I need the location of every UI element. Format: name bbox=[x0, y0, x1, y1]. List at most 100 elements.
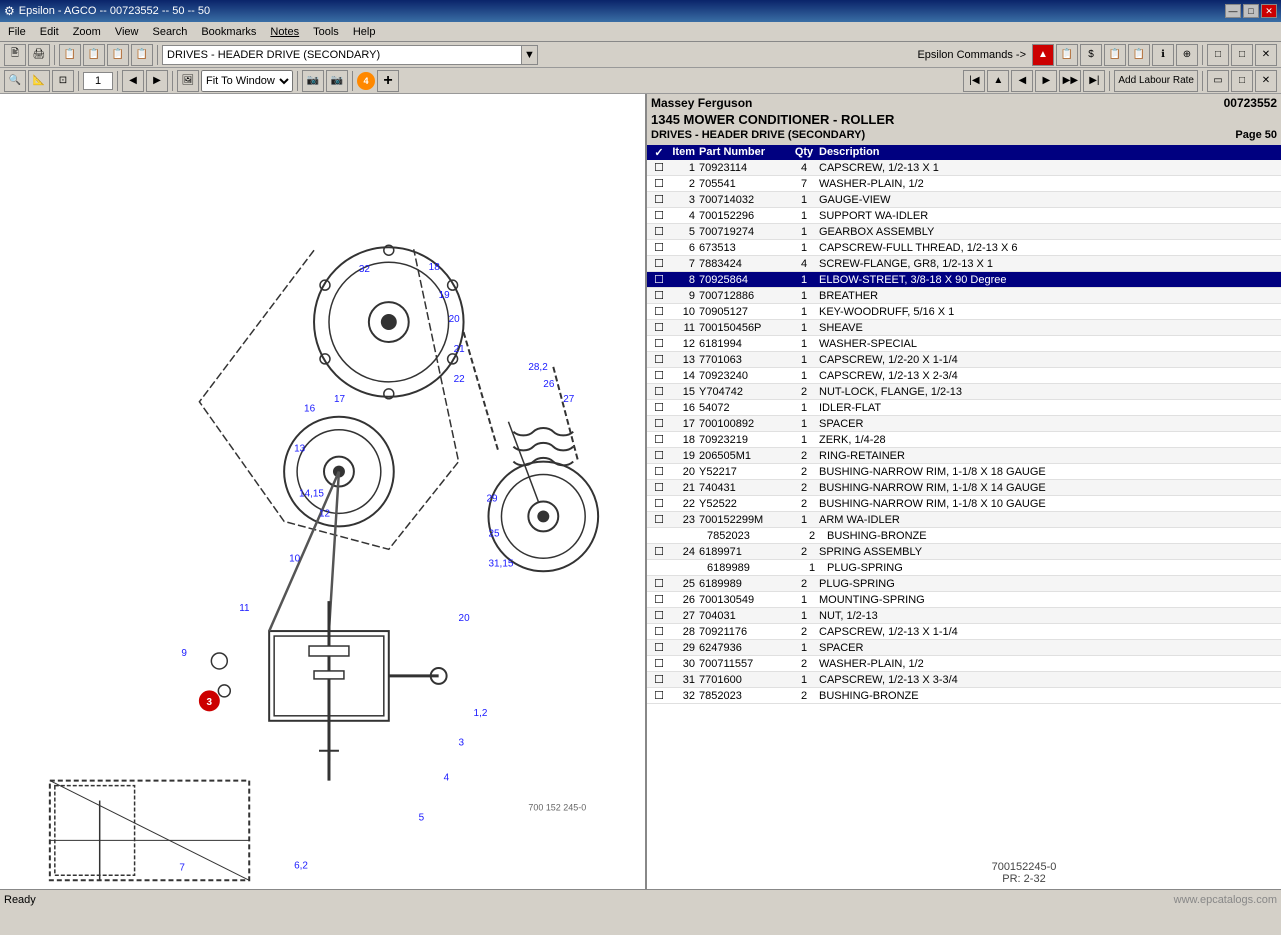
row-checkbox[interactable]: ☐ bbox=[649, 353, 669, 366]
add-labour-rate-button[interactable]: Add Labour Rate bbox=[1114, 70, 1198, 92]
row-checkbox[interactable]: ☐ bbox=[649, 209, 669, 222]
row-checkbox[interactable]: ☐ bbox=[649, 241, 669, 254]
zoom-icon3[interactable]: 📷 bbox=[326, 70, 348, 92]
tb-icon4[interactable]: 📋 bbox=[131, 44, 153, 66]
row-checkbox[interactable]: ☐ bbox=[649, 193, 669, 206]
table-row[interactable]: ☐ 32 7852023 2 BUSHING-BRONZE bbox=[647, 688, 1281, 704]
epsilon-icon10[interactable]: ✕ bbox=[1255, 44, 1277, 66]
row-checkbox[interactable]: ☐ bbox=[649, 625, 669, 638]
table-row[interactable]: ☐ 4 700152296 1 SUPPORT WA-IDLER bbox=[647, 208, 1281, 224]
row-checkbox[interactable]: ☐ bbox=[649, 305, 669, 318]
table-row[interactable]: ☐ 14 70923240 1 CAPSCREW, 1/2-13 X 2-3/4 bbox=[647, 368, 1281, 384]
table-row[interactable]: ☐ 11 700150456P 1 SHEAVE bbox=[647, 320, 1281, 336]
row-checkbox[interactable]: ☐ bbox=[649, 689, 669, 702]
table-row[interactable]: ☐ 2 705541 7 WASHER-PLAIN, 1/2 bbox=[647, 176, 1281, 192]
epsilon-icon6[interactable]: ℹ bbox=[1152, 44, 1174, 66]
nav-icon3[interactable]: ◀ bbox=[122, 70, 144, 92]
row-checkbox[interactable]: ☐ bbox=[649, 593, 669, 606]
path-input[interactable]: DRIVES - HEADER DRIVE (SECONDARY) bbox=[162, 45, 522, 65]
menu-item-view[interactable]: View bbox=[109, 24, 145, 40]
table-row[interactable]: ☐ 9 700712886 1 BREATHER bbox=[647, 288, 1281, 304]
table-row[interactable]: ☐ 30 700711557 2 WASHER-PLAIN, 1/2 bbox=[647, 656, 1281, 672]
nav-prev-section-button[interactable]: ▲ bbox=[987, 70, 1009, 92]
menu-item-bookmarks[interactable]: Bookmarks bbox=[195, 24, 262, 40]
zoom-icon2[interactable]: 📷 bbox=[302, 70, 324, 92]
epsilon-icon5[interactable]: 📋 bbox=[1128, 44, 1150, 66]
table-row[interactable]: ☐ 13 7701063 1 CAPSCREW, 1/2-20 X 1-1/4 bbox=[647, 352, 1281, 368]
zoom-icon1[interactable]: 🖼 bbox=[177, 70, 199, 92]
window-icon3[interactable]: ✕ bbox=[1255, 70, 1277, 92]
table-row[interactable]: 6189989 1 PLUG-SPRING bbox=[647, 560, 1281, 576]
table-row[interactable]: ☐ 28 70921176 2 CAPSCREW, 1/2-13 X 1-1/4 bbox=[647, 624, 1281, 640]
table-row[interactable]: ☐ 12 6181994 1 WASHER-SPECIAL bbox=[647, 336, 1281, 352]
table-row[interactable]: ☐ 25 6189989 2 PLUG-SPRING bbox=[647, 576, 1281, 592]
menu-item-zoom[interactable]: Zoom bbox=[67, 24, 107, 40]
menu-item-notes[interactable]: Notes bbox=[264, 24, 305, 40]
epsilon-icon4[interactable]: 📋 bbox=[1104, 44, 1126, 66]
row-checkbox[interactable]: ☐ bbox=[649, 673, 669, 686]
table-row[interactable]: ☐ 22 Y52522 2 BUSHING-NARROW RIM, 1-1/8 … bbox=[647, 496, 1281, 512]
window-icon2[interactable]: □ bbox=[1231, 70, 1253, 92]
path-dropdown[interactable]: DRIVES - HEADER DRIVE (SECONDARY) ▼ bbox=[162, 45, 538, 65]
table-row[interactable]: ☐ 16 54072 1 IDLER-FLAT bbox=[647, 400, 1281, 416]
table-row[interactable]: ☐ 23 700152299M 1 ARM WA-IDLER bbox=[647, 512, 1281, 528]
table-row[interactable]: ☐ 6 673513 1 CAPSCREW-FULL THREAD, 1/2-1… bbox=[647, 240, 1281, 256]
epsilon-icon8[interactable]: □ bbox=[1207, 44, 1229, 66]
table-row[interactable]: ☐ 17 700100892 1 SPACER bbox=[647, 416, 1281, 432]
table-row[interactable]: ☐ 19 206505M1 2 RING-RETAINER bbox=[647, 448, 1281, 464]
table-row[interactable]: ☐ 31 7701600 1 CAPSCREW, 1/2-13 X 3-3/4 bbox=[647, 672, 1281, 688]
row-checkbox[interactable]: ☐ bbox=[649, 449, 669, 462]
table-row[interactable]: ☐ 1 70923114 4 CAPSCREW, 1/2-13 X 1 bbox=[647, 160, 1281, 176]
table-row[interactable]: ☐ 3 700714032 1 GAUGE-VIEW bbox=[647, 192, 1281, 208]
row-checkbox[interactable]: ☐ bbox=[649, 609, 669, 622]
row-checkbox[interactable]: ☐ bbox=[649, 641, 669, 654]
nav-prev-button[interactable]: ◀ bbox=[1011, 70, 1033, 92]
nav-last-button[interactable]: ▶| bbox=[1083, 70, 1105, 92]
row-checkbox[interactable]: ☐ bbox=[649, 273, 669, 286]
row-checkbox[interactable]: ☐ bbox=[649, 177, 669, 190]
table-row[interactable]: ☐ 29 6247936 1 SPACER bbox=[647, 640, 1281, 656]
table-row[interactable]: ☐ 8 70925864 1 ELBOW-STREET, 3/8-18 X 90… bbox=[647, 272, 1281, 288]
new-button[interactable]: 🖹 bbox=[4, 44, 26, 66]
row-checkbox[interactable]: ☐ bbox=[649, 465, 669, 478]
nav-icon2[interactable]: ⊡ bbox=[52, 70, 74, 92]
epsilon-icon3[interactable]: $ bbox=[1080, 44, 1102, 66]
print-button[interactable]: 🖨 bbox=[28, 44, 50, 66]
table-row[interactable]: ☐ 5 700719274 1 GEARBOX ASSEMBLY bbox=[647, 224, 1281, 240]
nav-next-section-button[interactable]: ▶▶ bbox=[1059, 70, 1081, 92]
menu-item-help[interactable]: Help bbox=[347, 24, 382, 40]
epsilon-icon7[interactable]: ⊕ bbox=[1176, 44, 1198, 66]
epsilon-icon2[interactable]: 📋 bbox=[1056, 44, 1078, 66]
close-button[interactable]: ✕ bbox=[1261, 4, 1277, 18]
row-checkbox[interactable]: ☐ bbox=[649, 513, 669, 526]
row-checkbox[interactable]: ☐ bbox=[649, 321, 669, 334]
table-row[interactable]: ☐ 7 7883424 4 SCREW-FLANGE, GR8, 1/2-13 … bbox=[647, 256, 1281, 272]
row-checkbox[interactable]: ☐ bbox=[649, 481, 669, 494]
table-row[interactable]: ☐ 20 Y52217 2 BUSHING-NARROW RIM, 1-1/8 … bbox=[647, 464, 1281, 480]
table-row[interactable]: ☐ 21 740431 2 BUSHING-NARROW RIM, 1-1/8 … bbox=[647, 480, 1281, 496]
menu-item-edit[interactable]: Edit bbox=[34, 24, 65, 40]
add-button[interactable]: + bbox=[377, 70, 399, 92]
table-row[interactable]: ☐ 27 704031 1 NUT, 1/2-13 bbox=[647, 608, 1281, 624]
epsilon-icon1[interactable]: ▲ bbox=[1032, 44, 1054, 66]
row-checkbox[interactable]: ☐ bbox=[649, 497, 669, 510]
table-row[interactable]: ☐ 26 700130549 1 MOUNTING-SPRING bbox=[647, 592, 1281, 608]
tb-icon2[interactable]: 📋 bbox=[83, 44, 105, 66]
zoom-in-button[interactable]: 🔍 bbox=[4, 70, 26, 92]
row-checkbox[interactable]: ☐ bbox=[649, 433, 669, 446]
row-checkbox[interactable]: ☐ bbox=[649, 225, 669, 238]
table-row[interactable]: ☐ 15 Y704742 2 NUT-LOCK, FLANGE, 1/2-13 bbox=[647, 384, 1281, 400]
row-checkbox[interactable]: ☐ bbox=[649, 577, 669, 590]
menu-item-tools[interactable]: Tools bbox=[307, 24, 345, 40]
row-checkbox[interactable]: ☐ bbox=[649, 337, 669, 350]
window-icon1[interactable]: ▭ bbox=[1207, 70, 1229, 92]
menu-item-search[interactable]: Search bbox=[146, 24, 193, 40]
table-row[interactable]: 7852023 2 BUSHING-BRONZE bbox=[647, 528, 1281, 544]
nav-page-input[interactable]: 1 bbox=[83, 72, 113, 90]
row-checkbox[interactable]: ☐ bbox=[649, 257, 669, 270]
tb-icon3[interactable]: 📋 bbox=[107, 44, 129, 66]
row-checkbox[interactable]: ☐ bbox=[649, 401, 669, 414]
table-row[interactable]: ☐ 18 70923219 1 ZERK, 1/4-28 bbox=[647, 432, 1281, 448]
menu-item-file[interactable]: File bbox=[2, 24, 32, 40]
row-checkbox[interactable]: ☐ bbox=[649, 657, 669, 670]
